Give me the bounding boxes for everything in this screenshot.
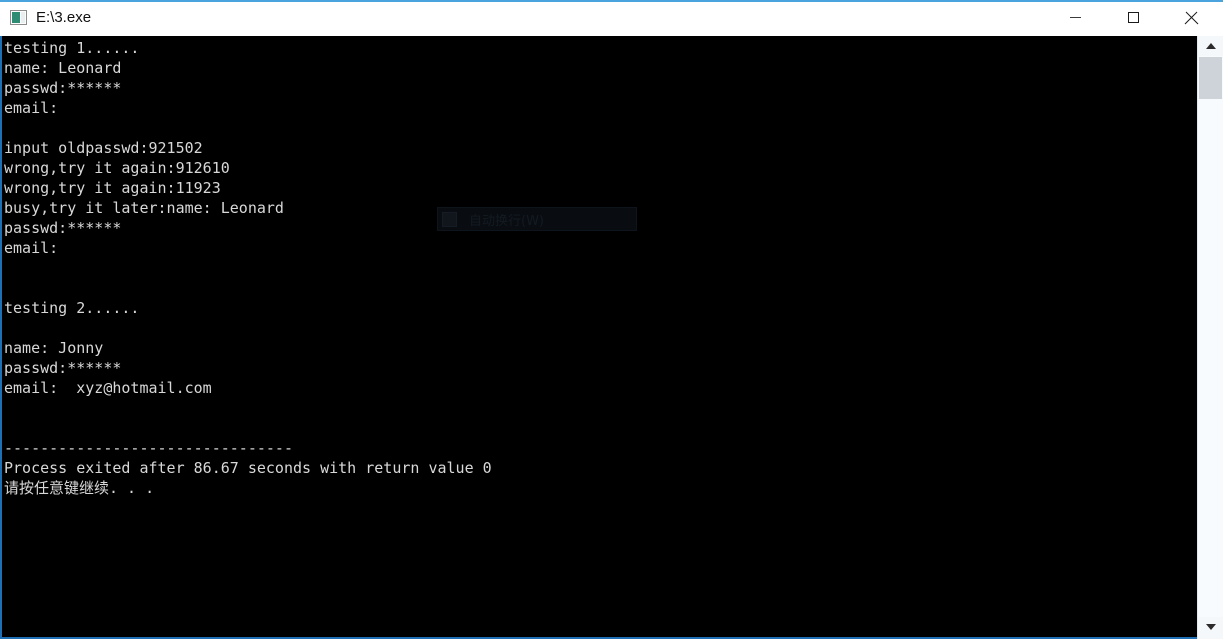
titlebar-accent-line	[0, 0, 1223, 2]
word-wrap-menu-item-label: 自动换行(W)	[469, 213, 544, 229]
close-button[interactable]	[1168, 0, 1214, 34]
maximize-button[interactable]	[1110, 0, 1156, 34]
console-icon-pane-right	[21, 12, 25, 23]
minimize-button[interactable]	[1052, 0, 1098, 34]
checkbox-icon	[442, 211, 457, 227]
close-icon	[1185, 11, 1198, 24]
console-output-text: testing 1...... name: Leonard passwd:***…	[4, 39, 492, 497]
scroll-up-arrow-icon	[1205, 43, 1216, 49]
maximize-icon	[1127, 11, 1139, 23]
console-icon-pane-left	[12, 12, 20, 23]
word-wrap-menu-item-ghost[interactable]: 自动换行(W)	[437, 207, 637, 231]
scrollbar-thumb[interactable]	[1199, 57, 1222, 99]
console-frame: testing 1...... name: Leonard passwd:***…	[0, 36, 1223, 639]
scrollbar-track[interactable]	[1198, 56, 1223, 617]
scroll-down-button[interactable]	[1198, 617, 1223, 637]
scroll-up-button[interactable]	[1198, 36, 1223, 56]
title-bar[interactable]: E:\3.exe	[0, 0, 1223, 36]
scroll-down-arrow-icon	[1205, 624, 1216, 630]
console-window-icon	[10, 10, 27, 25]
console-window: E:\3.exe testing 1...... name: Leonard p…	[0, 0, 1223, 639]
window-title: E:\3.exe	[36, 9, 92, 26]
vertical-scrollbar[interactable]	[1197, 36, 1223, 639]
minimize-icon	[1069, 16, 1081, 18]
console-output-area[interactable]: testing 1...... name: Leonard passwd:***…	[4, 36, 1199, 637]
